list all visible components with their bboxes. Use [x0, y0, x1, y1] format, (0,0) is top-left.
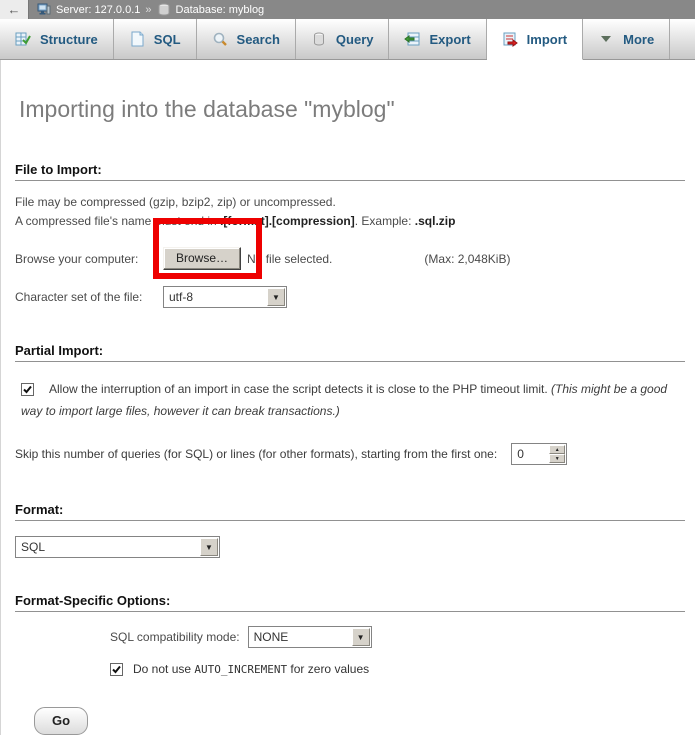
- chevron-down-icon: [598, 31, 614, 47]
- tab-import[interactable]: Import: [487, 19, 583, 60]
- tab-export[interactable]: Export: [389, 19, 486, 59]
- tab-label: Query: [336, 32, 374, 47]
- left-arrow-icon: ←: [8, 2, 21, 17]
- spinner-buttons: ▲▼: [549, 445, 565, 463]
- tab-bar: Structure SQL Search Query Export Import: [0, 19, 695, 60]
- allow-interruption-row: Allow the interruption of an import in c…: [21, 378, 689, 422]
- breadcrumb-separator: »: [145, 4, 151, 16]
- tab-label: Structure: [40, 32, 98, 47]
- spin-up-button[interactable]: ▲: [549, 445, 565, 454]
- export-icon: [404, 31, 420, 47]
- format-specific-options-section: Format-Specific Options: SQL compatibili…: [15, 593, 689, 676]
- browse-button[interactable]: Browse…: [163, 247, 241, 270]
- browse-row: Browse your computer: Browse… No file se…: [15, 247, 689, 270]
- skip-queries-label: Skip this number of queries (for SQL) or…: [15, 447, 497, 461]
- format-heading: Format:: [15, 502, 685, 521]
- partial-import-heading: Partial Import:: [15, 343, 685, 362]
- chevron-down-icon: ▼: [267, 288, 285, 306]
- breadcrumb: Server: 127.0.0.1 » Database: myblog: [37, 3, 264, 16]
- sql-icon: [129, 31, 145, 47]
- tab-label: SQL: [154, 32, 181, 47]
- file-to-import-heading: File to Import:: [15, 162, 685, 181]
- format-specific-options-heading: Format-Specific Options:: [15, 593, 685, 612]
- charset-row: Character set of the file: utf-8 ▼: [15, 286, 689, 308]
- page-title: Importing into the database "myblog": [15, 60, 689, 123]
- charset-select-value: utf-8: [164, 290, 193, 304]
- file-to-import-section: File to Import: File may be compressed (…: [15, 162, 689, 308]
- tab-label: Import: [527, 32, 567, 47]
- format-select[interactable]: SQL ▼: [15, 536, 220, 558]
- allow-interruption-checkbox[interactable]: [21, 383, 34, 396]
- spin-down-button[interactable]: ▼: [549, 454, 565, 463]
- tab-search[interactable]: Search: [197, 19, 296, 59]
- go-button[interactable]: Go: [34, 707, 88, 735]
- tab-query[interactable]: Query: [296, 19, 390, 59]
- tab-more[interactable]: More: [583, 19, 670, 59]
- max-upload-size: (Max: 2,048KiB): [424, 252, 510, 266]
- database-icon: [157, 3, 171, 16]
- import-icon: [502, 31, 518, 47]
- format-select-value: SQL: [16, 540, 45, 554]
- auto-increment-checkbox[interactable]: [110, 663, 123, 676]
- search-icon: [212, 31, 228, 47]
- query-icon: [311, 31, 327, 47]
- chevron-down-icon: ▼: [200, 538, 218, 556]
- sql-compatibility-label: SQL compatibility mode:: [110, 630, 240, 644]
- skip-queries-row: Skip this number of queries (for SQL) or…: [15, 443, 689, 465]
- back-button[interactable]: ←: [0, 0, 29, 19]
- no-file-selected-text: No file selected.: [247, 252, 332, 266]
- charset-select[interactable]: utf-8 ▼: [163, 286, 287, 308]
- sql-compatibility-select[interactable]: NONE ▼: [248, 626, 372, 648]
- allow-interruption-text: Allow the interruption of an import in c…: [49, 382, 551, 396]
- tab-sql[interactable]: SQL: [114, 19, 197, 59]
- breadcrumb-bar: ← Server: 127.0.0.1 » Database: myblog: [0, 0, 695, 19]
- tab-label: More: [623, 32, 654, 47]
- sql-compatibility-value: NONE: [249, 630, 289, 644]
- browse-label: Browse your computer:: [15, 252, 163, 266]
- format-section: Format: SQL ▼: [15, 502, 689, 558]
- auto-increment-text: Do not use AUTO_INCREMENT for zero value…: [133, 662, 369, 676]
- partial-import-section: Partial Import: Allow the interruption o…: [15, 343, 689, 465]
- structure-icon: [15, 31, 31, 47]
- auto-increment-row: Do not use AUTO_INCREMENT for zero value…: [110, 662, 689, 676]
- sql-compatibility-row: SQL compatibility mode: NONE ▼: [110, 626, 689, 648]
- breadcrumb-database-link[interactable]: Database: myblog: [176, 4, 265, 16]
- main-content: Importing into the database "myblog" Fil…: [0, 60, 695, 735]
- tab-structure[interactable]: Structure: [0, 19, 114, 59]
- tab-label: Export: [429, 32, 470, 47]
- chevron-down-icon: ▼: [352, 628, 370, 646]
- compression-info-line1: File may be compressed (gzip, bzip2, zip…: [15, 194, 689, 211]
- tab-label: Search: [237, 32, 280, 47]
- breadcrumb-server-link[interactable]: Server: 127.0.0.1: [56, 4, 140, 16]
- server-icon: [37, 3, 51, 16]
- compression-info-line2: A compressed file's name must end in .[f…: [15, 213, 689, 230]
- skip-queries-value: 0: [512, 444, 524, 464]
- skip-queries-input[interactable]: 0 ▲▼: [511, 443, 567, 465]
- charset-label: Character set of the file:: [15, 290, 163, 304]
